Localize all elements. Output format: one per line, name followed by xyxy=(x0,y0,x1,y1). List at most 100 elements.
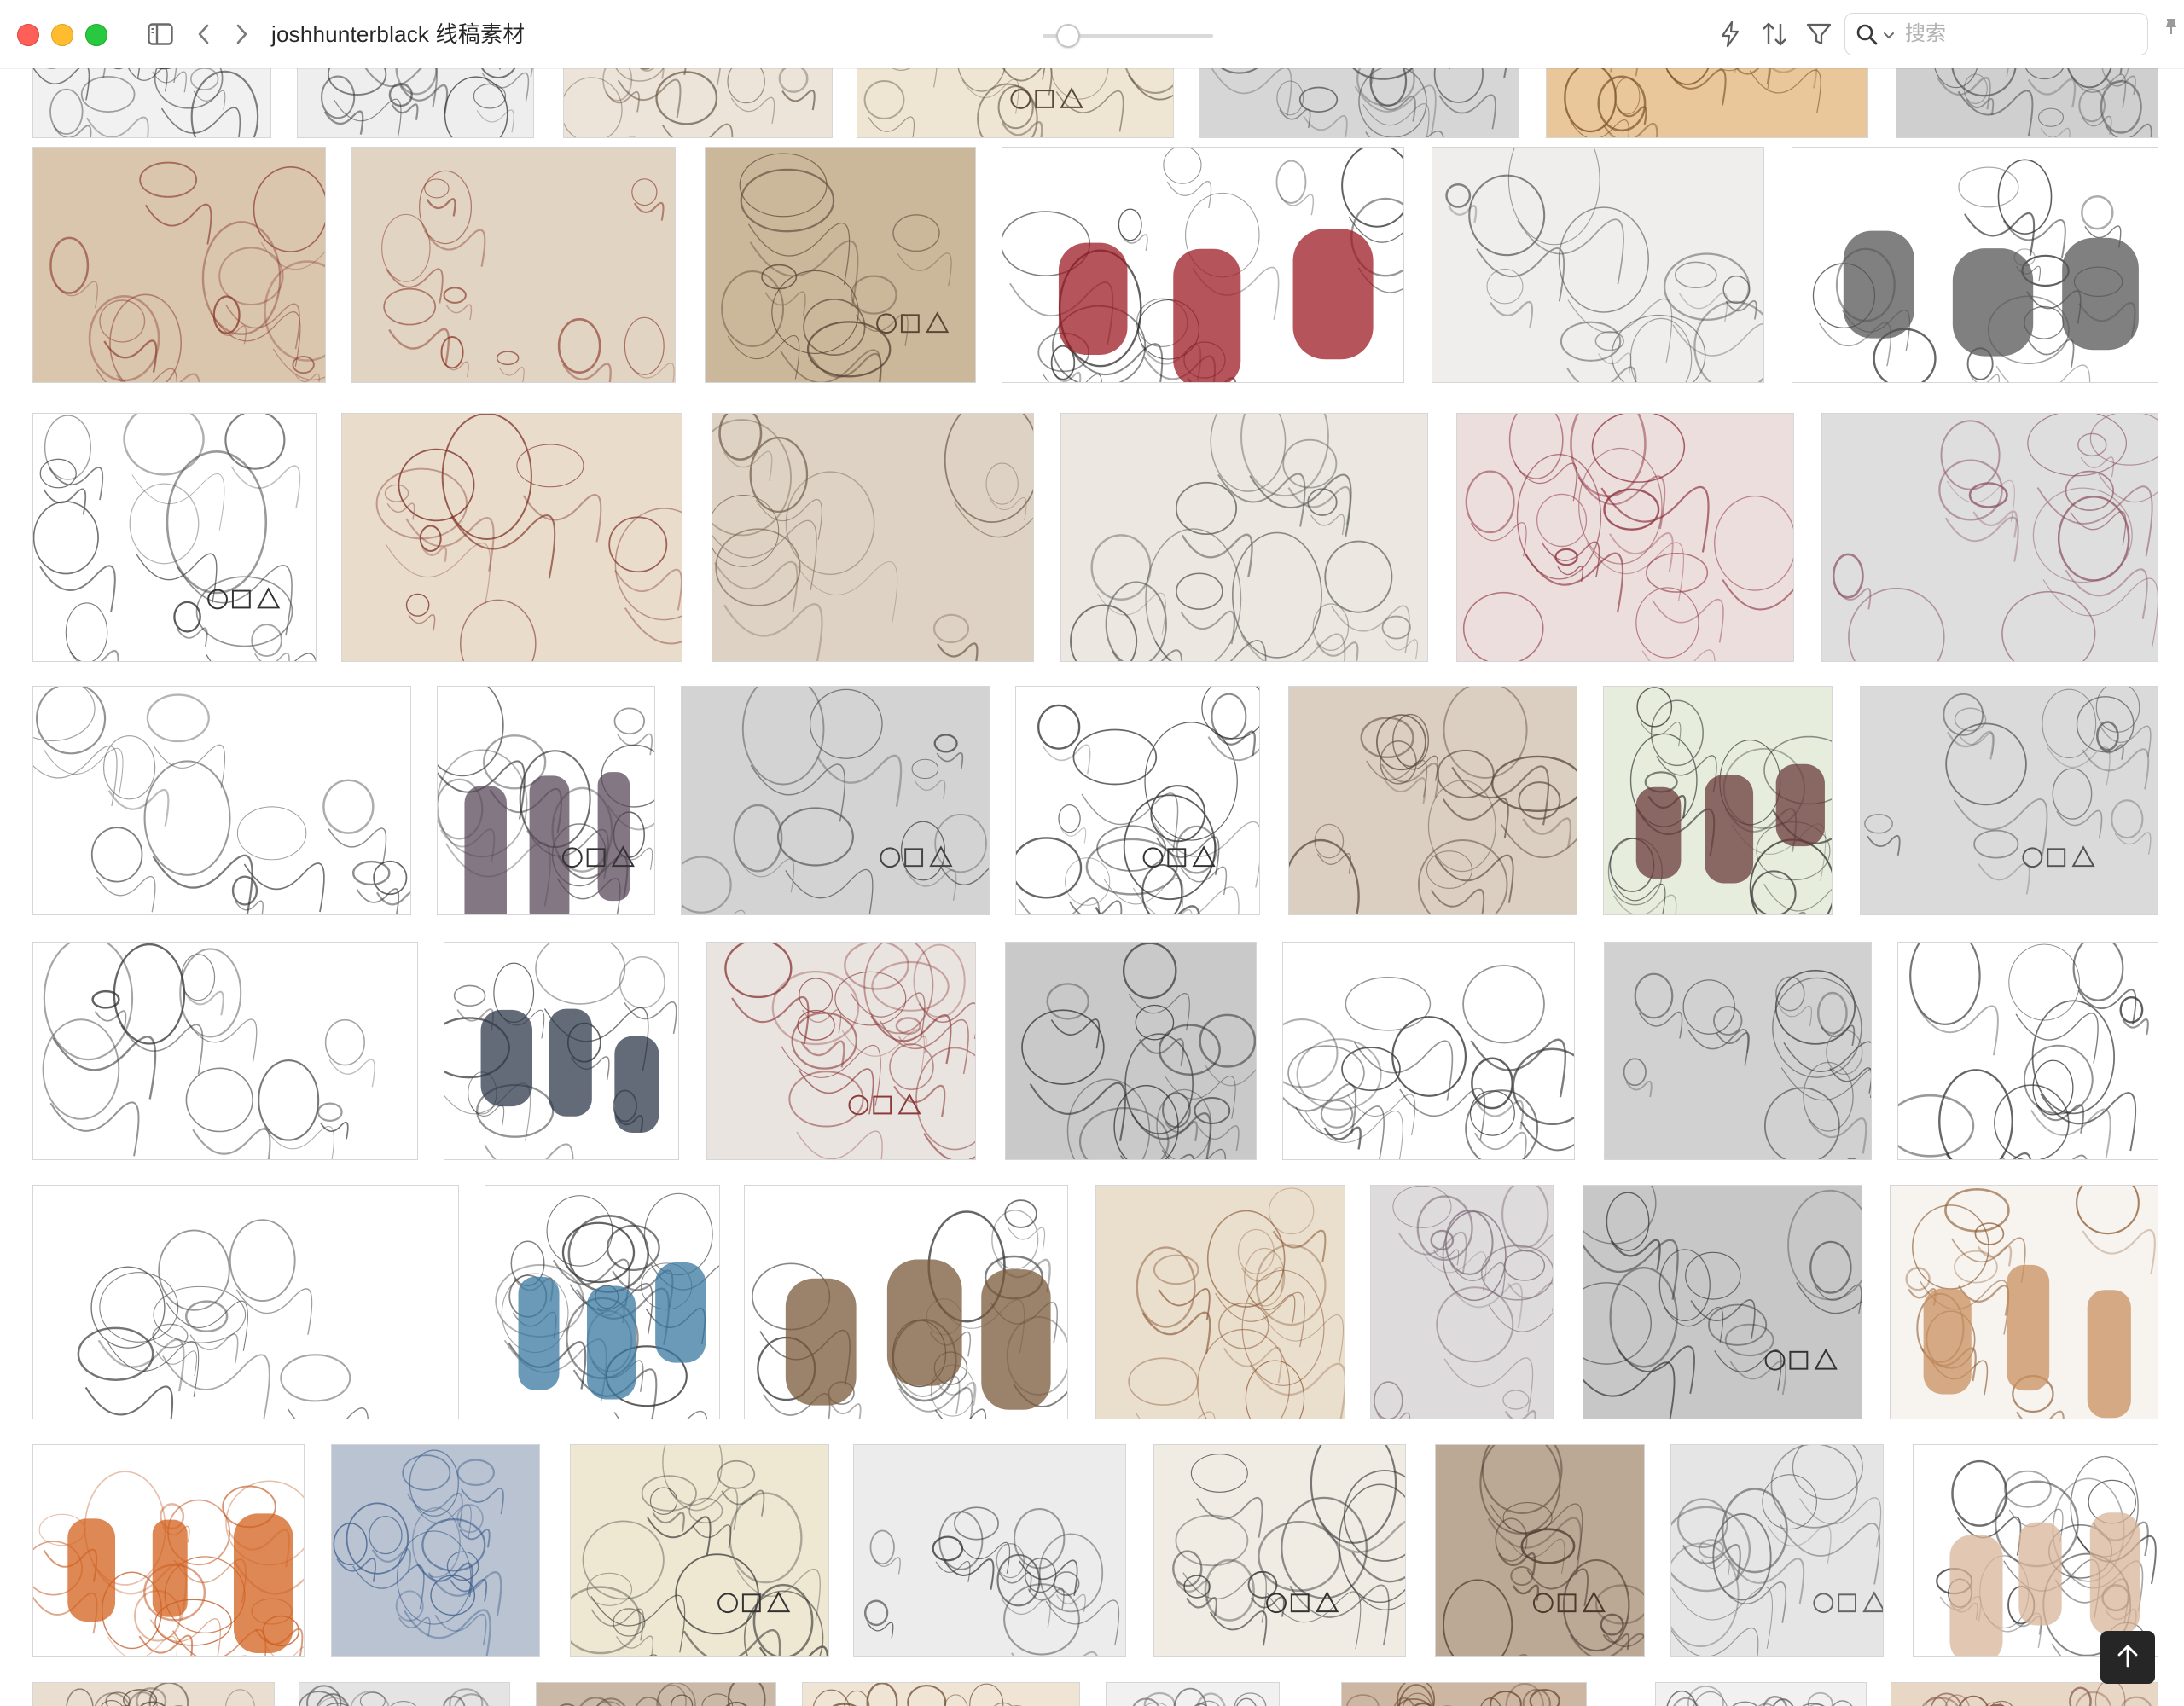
sketch-stroke xyxy=(933,734,958,753)
gallery-thumbnail[interactable] xyxy=(1670,1444,1884,1657)
sketch-stroke xyxy=(1629,317,1693,382)
gallery-thumbnail[interactable] xyxy=(1015,686,1260,915)
chevron-down-icon[interactable] xyxy=(1883,29,1895,44)
sketch-stroke xyxy=(1166,181,1212,209)
sketch-stroke xyxy=(351,860,391,886)
sketch-stroke xyxy=(317,1102,343,1122)
sketch-stroke xyxy=(33,501,99,575)
gallery-thumbnail[interactable] xyxy=(1603,686,1833,915)
sketch-stroke xyxy=(1442,798,1509,838)
gallery-thumbnail[interactable] xyxy=(706,942,976,1160)
gallery-thumbnail[interactable] xyxy=(299,1682,510,1706)
close-window-button[interactable] xyxy=(17,24,39,46)
sketch-stroke xyxy=(1397,1697,1431,1706)
gallery-thumbnail[interactable] xyxy=(32,413,317,662)
gallery-thumbnail[interactable] xyxy=(1106,1682,1280,1706)
sketch-stroke xyxy=(724,943,793,999)
gallery-thumbnail[interactable] xyxy=(1288,686,1577,915)
gallery-thumbnail[interactable] xyxy=(444,942,679,1160)
lightning-icon[interactable] xyxy=(1715,19,1745,49)
sketch-stroke xyxy=(816,754,903,807)
gallery-thumbnail[interactable] xyxy=(802,1682,1080,1706)
gallery-thumbnail[interactable] xyxy=(32,942,418,1160)
gallery-thumbnail[interactable] xyxy=(536,1682,776,1706)
thumbnail-size-slider-thumb[interactable] xyxy=(1056,24,1080,48)
sketch-stroke xyxy=(1128,993,1190,1031)
sketch-stroke xyxy=(841,1029,925,1080)
sketch-stroke xyxy=(2040,1092,2137,1152)
gallery-thumbnail[interactable] xyxy=(32,147,326,383)
sketch-stroke xyxy=(1144,722,1238,841)
faces-gray-artwork xyxy=(571,1445,828,1656)
sketch-stroke xyxy=(320,75,356,119)
sketch-stroke xyxy=(264,1125,335,1159)
gallery-thumbnail[interactable] xyxy=(570,1444,829,1657)
gallery-thumbnail[interactable] xyxy=(1435,1444,1645,1657)
chevron-right-icon[interactable] xyxy=(232,19,253,49)
gallery-thumbnail[interactable] xyxy=(744,1185,1068,1419)
gallery-thumbnail[interactable] xyxy=(1604,942,1872,1160)
gallery-thumbnail[interactable] xyxy=(32,1444,305,1657)
gallery-thumbnail[interactable] xyxy=(1913,1444,2158,1657)
scroll-to-top-button[interactable] xyxy=(2100,1631,2155,1684)
sketch-stroke xyxy=(1462,965,1545,1044)
figures-artwork xyxy=(1864,687,2152,895)
sketch-stroke xyxy=(476,109,514,133)
gallery-thumbnail[interactable] xyxy=(331,1444,540,1657)
sketch-stroke xyxy=(771,970,860,1046)
gallery-thumbnail[interactable] xyxy=(437,686,655,915)
gallery-thumbnail[interactable] xyxy=(1891,1682,2158,1706)
gallery-thumbnail[interactable] xyxy=(1005,942,1257,1160)
sketch-stroke xyxy=(904,868,957,901)
gallery-thumbnail[interactable] xyxy=(351,147,676,383)
gallery-thumbnail[interactable] xyxy=(341,413,682,662)
sketch-stroke xyxy=(2095,687,2140,733)
filter-icon[interactable] xyxy=(1802,19,1836,49)
gallery-thumbnail[interactable] xyxy=(1860,686,2158,915)
gallery-thumbnail[interactable] xyxy=(1456,413,1794,662)
gallery-thumbnail[interactable] xyxy=(1370,1185,1554,1419)
sketch-stroke xyxy=(1674,261,1717,289)
sketch-stroke xyxy=(1181,533,1253,577)
gallery-thumbnail[interactable] xyxy=(681,686,990,915)
pin-icon[interactable] xyxy=(2164,17,2179,40)
gallery-thumbnail[interactable] xyxy=(1890,1185,2158,1419)
woman-artwork xyxy=(1936,1455,2157,1656)
gallery-thumbnail[interactable] xyxy=(1655,1682,1867,1706)
sketch-stroke xyxy=(1554,548,1578,566)
sketch-stroke xyxy=(1287,1045,1365,1101)
animals-artwork xyxy=(1898,943,2149,1159)
gallery-thumbnail[interactable] xyxy=(1583,1185,1862,1419)
gallery-thumbnail[interactable] xyxy=(1821,413,2158,662)
gallery-thumbnail[interactable] xyxy=(1153,1444,1406,1657)
sketch-stroke xyxy=(776,807,854,867)
sidebar-toggle-icon[interactable] xyxy=(145,19,176,49)
sketch-stroke xyxy=(375,891,410,906)
sketch-stroke xyxy=(633,202,665,221)
zoom-window-button[interactable] xyxy=(85,24,107,46)
gallery-thumbnail[interactable] xyxy=(1002,147,1404,383)
gallery-thumbnail[interactable] xyxy=(1060,413,1428,662)
gallery-thumbnail[interactable] xyxy=(1341,1682,1587,1706)
sketch-stroke xyxy=(1779,1523,1881,1585)
gallery-thumbnail[interactable] xyxy=(32,1185,459,1419)
gallery-thumbnail[interactable] xyxy=(1897,942,2158,1160)
gallery-thumbnail[interactable] xyxy=(1282,942,1575,1160)
gallery-thumbnail[interactable] xyxy=(32,686,411,915)
gallery-thumbnail[interactable] xyxy=(32,1682,275,1706)
chevron-left-icon[interactable] xyxy=(193,19,213,49)
gallery-thumbnail[interactable] xyxy=(1095,1185,1345,1419)
minimize-window-button[interactable] xyxy=(51,24,73,46)
gallery-thumbnail[interactable] xyxy=(705,147,976,383)
gallery-thumbnail[interactable] xyxy=(712,413,1034,662)
gallery-thumbnail[interactable] xyxy=(853,1444,1126,1657)
sketch-stroke xyxy=(201,221,282,335)
sketch-stroke xyxy=(54,281,98,309)
search-field[interactable]: 搜索 xyxy=(1844,13,2148,55)
sketch-stroke xyxy=(473,83,507,109)
gallery-thumbnail[interactable] xyxy=(1432,147,1764,383)
sort-icon[interactable] xyxy=(1757,19,1792,49)
sketch-stroke xyxy=(1722,579,1793,611)
gallery-thumbnail[interactable] xyxy=(485,1185,720,1419)
gallery-thumbnail[interactable] xyxy=(1792,147,2158,383)
